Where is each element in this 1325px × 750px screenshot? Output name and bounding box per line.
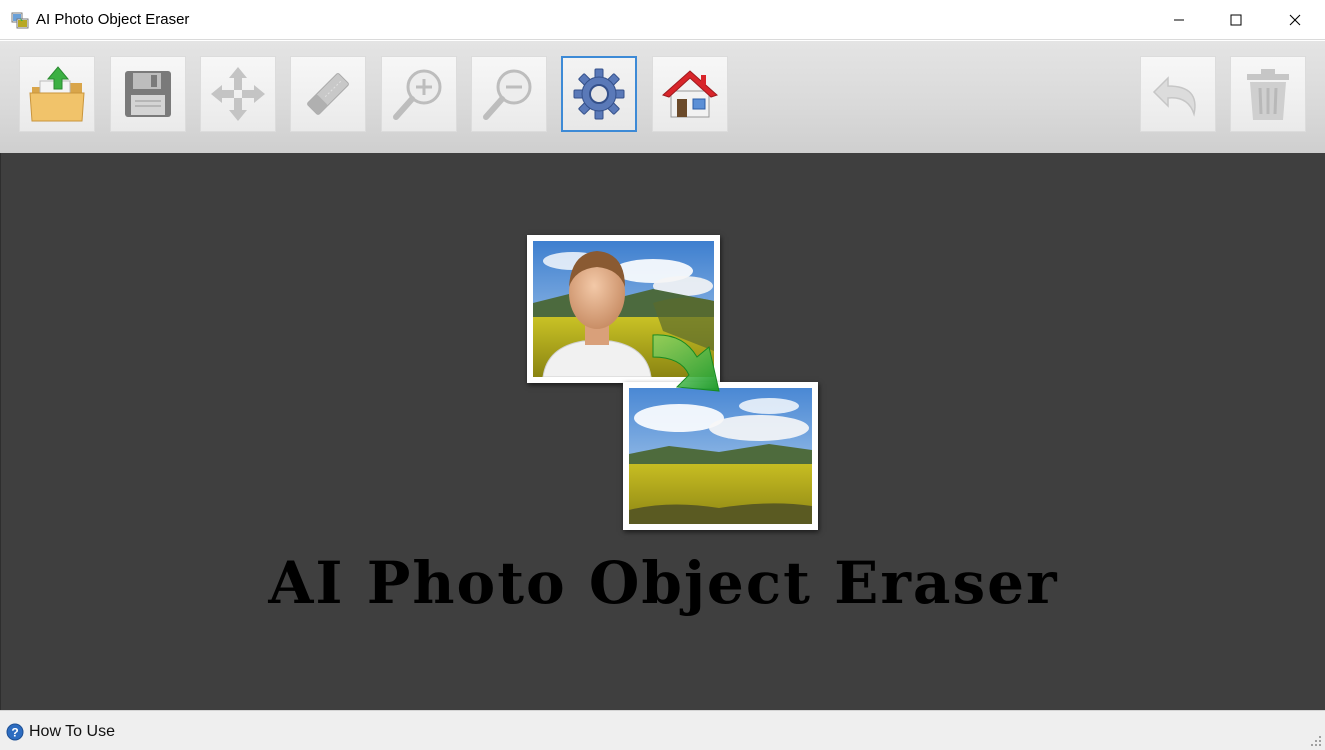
trash-icon	[1247, 69, 1289, 120]
window-title: AI Photo Object Eraser	[36, 11, 190, 28]
status-bar: ? How To Use	[0, 710, 1325, 750]
open-folder-icon	[29, 66, 85, 122]
after-photo	[623, 382, 818, 530]
app-logo-title: AI Photo Object Eraser	[268, 549, 1059, 617]
open-button[interactable]	[19, 56, 95, 132]
close-button[interactable]	[1266, 0, 1324, 40]
zoom-out-button[interactable]	[471, 56, 547, 132]
move-arrows-icon	[211, 67, 265, 121]
help-icon[interactable]: ?	[6, 723, 24, 741]
gear-icon	[573, 68, 625, 120]
move-button[interactable]	[200, 56, 276, 132]
toolbar	[0, 41, 1325, 153]
image-canvas[interactable]: AI Photo Object Eraser	[0, 153, 1325, 710]
close-icon	[1289, 14, 1301, 26]
app-icon	[11, 12, 29, 29]
zoom-in-button[interactable]	[381, 56, 457, 132]
maximize-button[interactable]	[1207, 0, 1265, 40]
home-icon	[662, 70, 718, 118]
minimize-button[interactable]	[1150, 0, 1208, 40]
home-button[interactable]	[652, 56, 728, 132]
eraser-button[interactable]	[290, 56, 366, 132]
zoom-in-icon	[393, 69, 442, 120]
eraser-icon	[307, 73, 349, 115]
svg-text:?: ?	[11, 726, 18, 740]
save-button[interactable]	[110, 56, 186, 132]
settings-button[interactable]	[561, 56, 637, 132]
undo-icon	[1152, 76, 1196, 117]
transform-arrow-icon	[652, 334, 720, 392]
resize-grip-icon[interactable]	[1310, 735, 1322, 747]
how-to-use-link[interactable]: How To Use	[29, 723, 115, 741]
title-bar: AI Photo Object Eraser	[0, 0, 1325, 40]
minimize-icon	[1174, 19, 1184, 21]
zoom-out-icon	[483, 69, 532, 120]
delete-button[interactable]	[1230, 56, 1306, 132]
save-disk-icon	[125, 71, 171, 117]
maximize-icon	[1230, 14, 1242, 26]
undo-button[interactable]	[1140, 56, 1216, 132]
after-photo-image	[629, 388, 812, 524]
